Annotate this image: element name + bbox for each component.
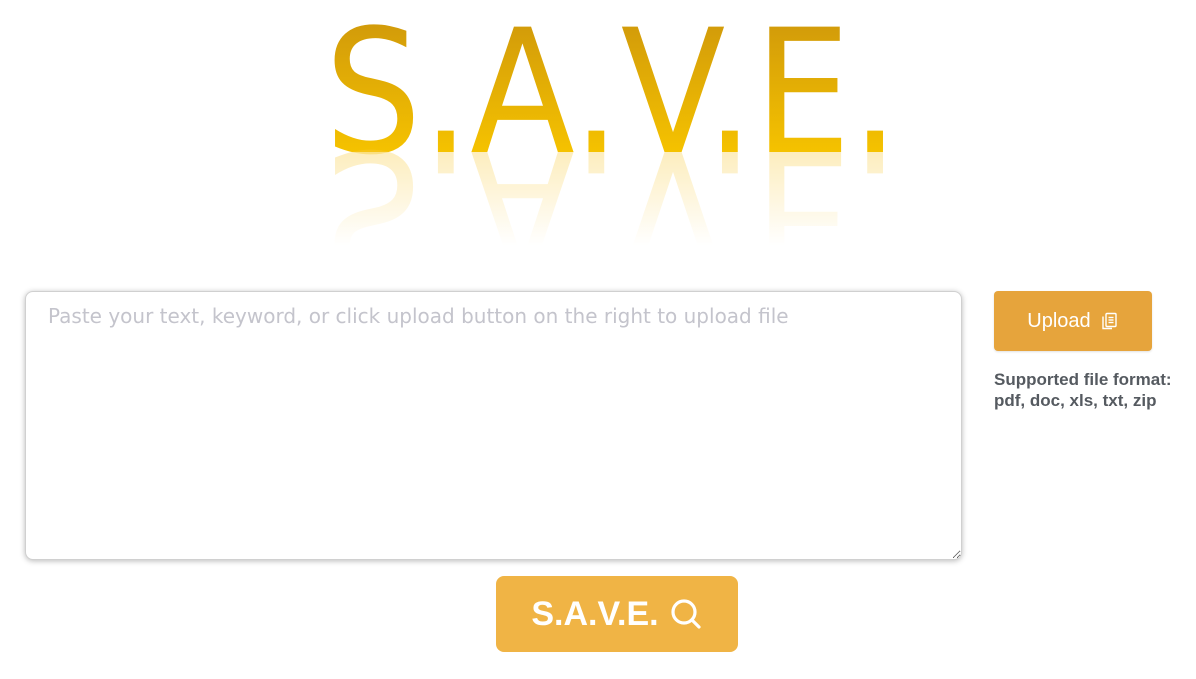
supported-formats-list: pdf, doc, xls, txt, zip — [994, 391, 1157, 410]
supported-formats-note: Supported file format: pdf, doc, xls, tx… — [994, 369, 1194, 411]
search-icon — [669, 597, 703, 631]
copy-icon — [1099, 311, 1119, 331]
upload-button[interactable]: Upload — [994, 291, 1152, 351]
save-logo-graphic: S.A.V.E. S.A.V.E. — [300, 0, 940, 260]
text-input[interactable] — [25, 291, 962, 560]
save-search-button-label: S.A.V.E. — [531, 594, 659, 633]
save-logo: S.A.V.E. S.A.V.E. — [0, 0, 1196, 260]
supported-formats-title: Supported file format: — [994, 370, 1172, 389]
upload-button-label: Upload — [1027, 309, 1091, 332]
page: S.A.V.E. S.A.V.E. Upload Supported file … — [0, 0, 1196, 679]
save-search-button[interactable]: S.A.V.E. — [496, 576, 738, 652]
